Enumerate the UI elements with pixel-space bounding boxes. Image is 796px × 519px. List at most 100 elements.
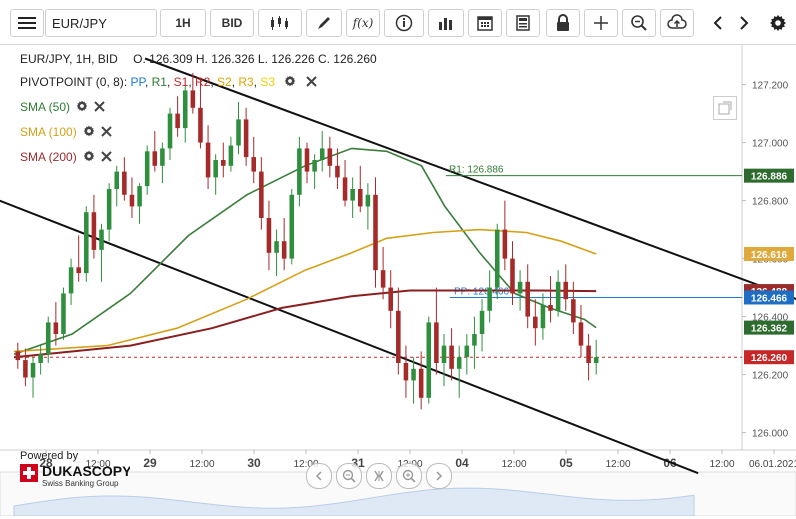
zoom-in-icon[interactable] — [396, 463, 422, 489]
upload-icon[interactable] — [660, 9, 694, 37]
lock-icon[interactable] — [546, 9, 580, 37]
gear-icon[interactable] — [284, 75, 296, 90]
chart-header: EUR/JPY, 1H, BID O. 126.309 H. 126.326 L… — [20, 52, 377, 66]
crosshair-icon[interactable] — [584, 9, 618, 37]
pivot-legend: PIVOTPOINT (0, 8): PP, R1, S1, R2, S2, R… — [20, 75, 317, 90]
candle-body — [137, 186, 142, 207]
candle-body — [106, 189, 112, 230]
candle-body — [464, 345, 470, 358]
candle-body — [441, 345, 447, 363]
y-tick-label: 126.800 — [752, 197, 789, 208]
hamburger-menu-icon[interactable] — [10, 9, 44, 37]
instrument-label: EUR/JPY, 1H, BID — [20, 52, 118, 66]
candle-body — [373, 194, 378, 271]
pivot-label-r1: R1: 126.886 — [449, 165, 504, 176]
pivot-part-s1: S1 — [173, 75, 189, 89]
news-icon[interactable] — [506, 9, 540, 37]
candle-body — [76, 267, 81, 274]
candle-body — [533, 316, 538, 329]
arrow-right-icon[interactable] — [732, 9, 756, 37]
powered-by-label: Powered by — [20, 450, 79, 462]
ohlc-label: O. 126.309 H. 126.326 L. 126.226 C. 126.… — [133, 52, 377, 66]
pencil-icon[interactable] — [306, 9, 342, 37]
candle-body — [236, 119, 241, 146]
pivot-parts: PP, R1, S1, R2, S2, R3, S3 — [130, 75, 276, 89]
candle-body — [456, 357, 462, 369]
x-tick-label: 05 — [559, 456, 573, 470]
gear-icon[interactable] — [76, 100, 88, 115]
sma-legend-row: SMA (200) — [20, 150, 112, 165]
x-tick-label: 06.01.2021 — [749, 459, 796, 470]
fit-icon[interactable] — [366, 463, 392, 489]
candle-body — [479, 310, 485, 334]
x-tick-label: 30 — [247, 456, 261, 470]
brand-tagline: Swiss Banking Group — [42, 479, 119, 488]
price-tag-label: 126.362 — [751, 324, 788, 335]
candle-body — [586, 345, 591, 363]
scroll-left-icon[interactable] — [306, 463, 332, 489]
candle-body — [494, 229, 500, 288]
period-label: 1H — [175, 16, 191, 30]
close-icon[interactable] — [100, 151, 112, 165]
candles-icon[interactable] — [258, 9, 302, 37]
candle-body — [190, 90, 196, 108]
dukascopy-logo: DUKASCOPY Swiss Banking Group — [20, 462, 132, 488]
gear-icon[interactable] — [83, 150, 95, 165]
candle-body — [221, 160, 226, 166]
popout-icon[interactable] — [713, 96, 737, 120]
candle-body — [198, 107, 203, 143]
x-tick-label: 12:00 — [189, 459, 214, 470]
x-tick-label: 12:00 — [501, 459, 526, 470]
zoom-icon[interactable] — [622, 9, 656, 37]
trend-line-lower — [0, 199, 699, 475]
candle-body — [350, 189, 355, 201]
candle-body — [342, 177, 348, 201]
candle-body — [411, 368, 416, 381]
pivot-label-pp: PP: 126.466 — [454, 286, 509, 297]
candle-body — [30, 363, 36, 378]
zoom-out-icon[interactable] — [336, 463, 362, 489]
calendar-icon[interactable] — [468, 9, 502, 37]
price-tag-label: 126.260 — [751, 353, 788, 364]
toolbar: 1H BID f(x) — [0, 0, 796, 45]
sma-legend-row: SMA (100) — [20, 125, 112, 140]
candle-body — [61, 293, 66, 334]
candle-body — [53, 322, 59, 334]
candle-body — [487, 287, 492, 311]
symbol-input[interactable] — [45, 9, 157, 37]
candle-body — [152, 151, 158, 166]
close-icon[interactable] — [306, 76, 317, 90]
side-select[interactable]: BID — [210, 9, 254, 37]
candle-body — [213, 160, 218, 178]
gear-icon[interactable] — [764, 9, 792, 37]
candle-body — [388, 287, 393, 311]
price-tag-label: 126.886 — [751, 172, 788, 183]
close-icon[interactable] — [100, 126, 112, 140]
candle-body — [472, 334, 477, 346]
candle-body — [571, 299, 576, 323]
period-select[interactable]: 1H — [160, 9, 206, 37]
scroll-right-icon[interactable] — [426, 463, 452, 489]
candle-body — [396, 310, 401, 363]
candle-body — [502, 229, 508, 259]
candle-body — [259, 171, 264, 218]
price-tag-label: 126.466 — [751, 293, 788, 304]
candle-body — [266, 218, 272, 253]
close-icon[interactable] — [94, 101, 105, 115]
info-icon[interactable] — [384, 9, 424, 37]
function-icon[interactable]: f(x) — [346, 9, 380, 37]
candle-body — [312, 160, 317, 172]
candle-body — [144, 151, 150, 187]
candle-body — [380, 270, 386, 288]
bars-icon[interactable] — [428, 9, 464, 37]
candle-body — [114, 171, 120, 189]
chart-area[interactable]: 127.200127.000126.800126.600126.400126.2… — [0, 44, 796, 517]
y-tick-label: 126.200 — [752, 371, 789, 382]
gear-icon[interactable] — [83, 125, 95, 140]
arrow-left-icon[interactable] — [706, 9, 730, 37]
price-chart[interactable]: 127.200127.000126.800126.600126.400126.2… — [0, 44, 796, 517]
candle-body — [548, 305, 553, 311]
candle-body — [357, 189, 363, 207]
candle-body — [403, 363, 409, 381]
pivot-part-s2: S2 — [217, 75, 232, 89]
